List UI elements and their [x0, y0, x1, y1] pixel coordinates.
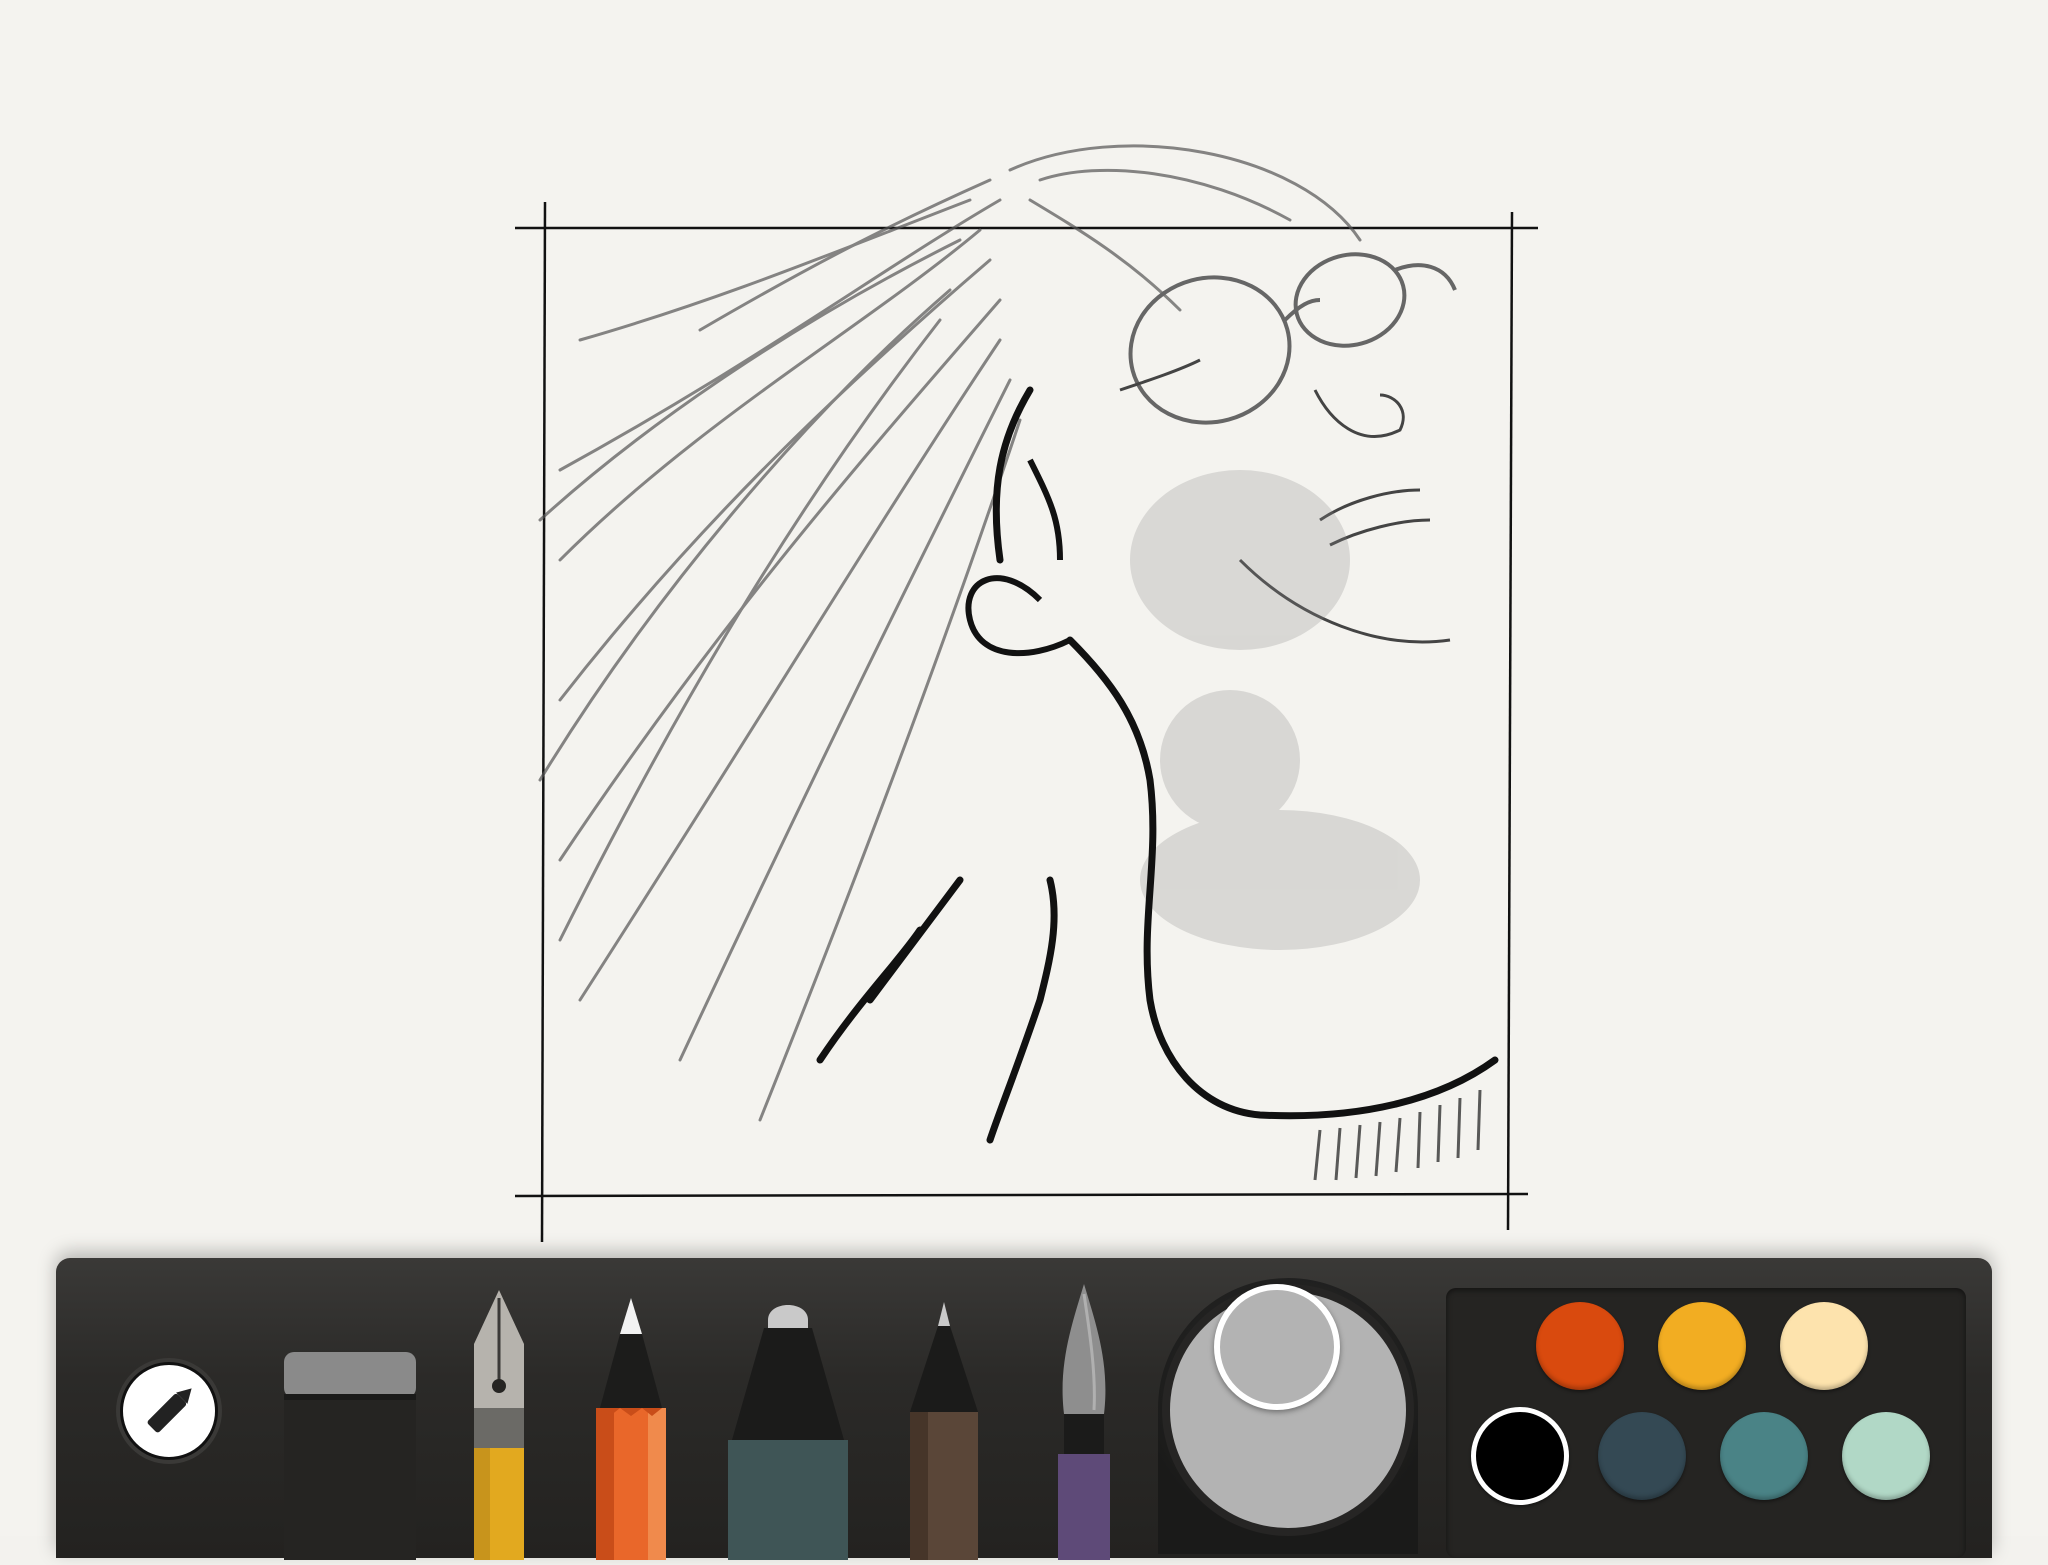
- glasses: [1128, 252, 1457, 425]
- pencil-edit-icon[interactable]: [120, 1362, 218, 1460]
- color-swatch[interactable]: [1658, 1302, 1746, 1390]
- color-swatch[interactable]: [1780, 1302, 1868, 1390]
- pencil-icon: [596, 1298, 666, 1560]
- fountain-pen-icon[interactable]: [466, 1288, 532, 1560]
- outline-pen-icon: [910, 1302, 978, 1560]
- current-color-indicator[interactable]: [1214, 1284, 1340, 1410]
- face-shading: [1130, 470, 1420, 950]
- color-palette: [1446, 1288, 1966, 1558]
- eraser-icon: [284, 1352, 416, 1560]
- eraser-icon[interactable]: [280, 1350, 420, 1560]
- watercolor-brush-icon: [1058, 1284, 1110, 1560]
- watercolor-brush-icon[interactable]: [1044, 1284, 1124, 1560]
- color-swatch[interactable]: [1842, 1412, 1930, 1500]
- fountain-pen-icon: [474, 1290, 524, 1560]
- pencil-edit-icon: [147, 1388, 192, 1433]
- color-swatch[interactable]: [1598, 1412, 1686, 1500]
- marker-icon[interactable]: [724, 1300, 852, 1560]
- frame-lines: [514, 201, 1538, 1243]
- color-swatch[interactable]: [1720, 1412, 1808, 1500]
- color-swatch[interactable]: [1471, 1407, 1569, 1505]
- marker-icon: [728, 1305, 848, 1560]
- pencil-icon[interactable]: [592, 1298, 670, 1560]
- tools-tray: [56, 1258, 1992, 1560]
- outline-pen-icon[interactable]: [904, 1302, 984, 1560]
- ear: [965, 458, 1072, 657]
- color-swatch[interactable]: [1536, 1302, 1624, 1390]
